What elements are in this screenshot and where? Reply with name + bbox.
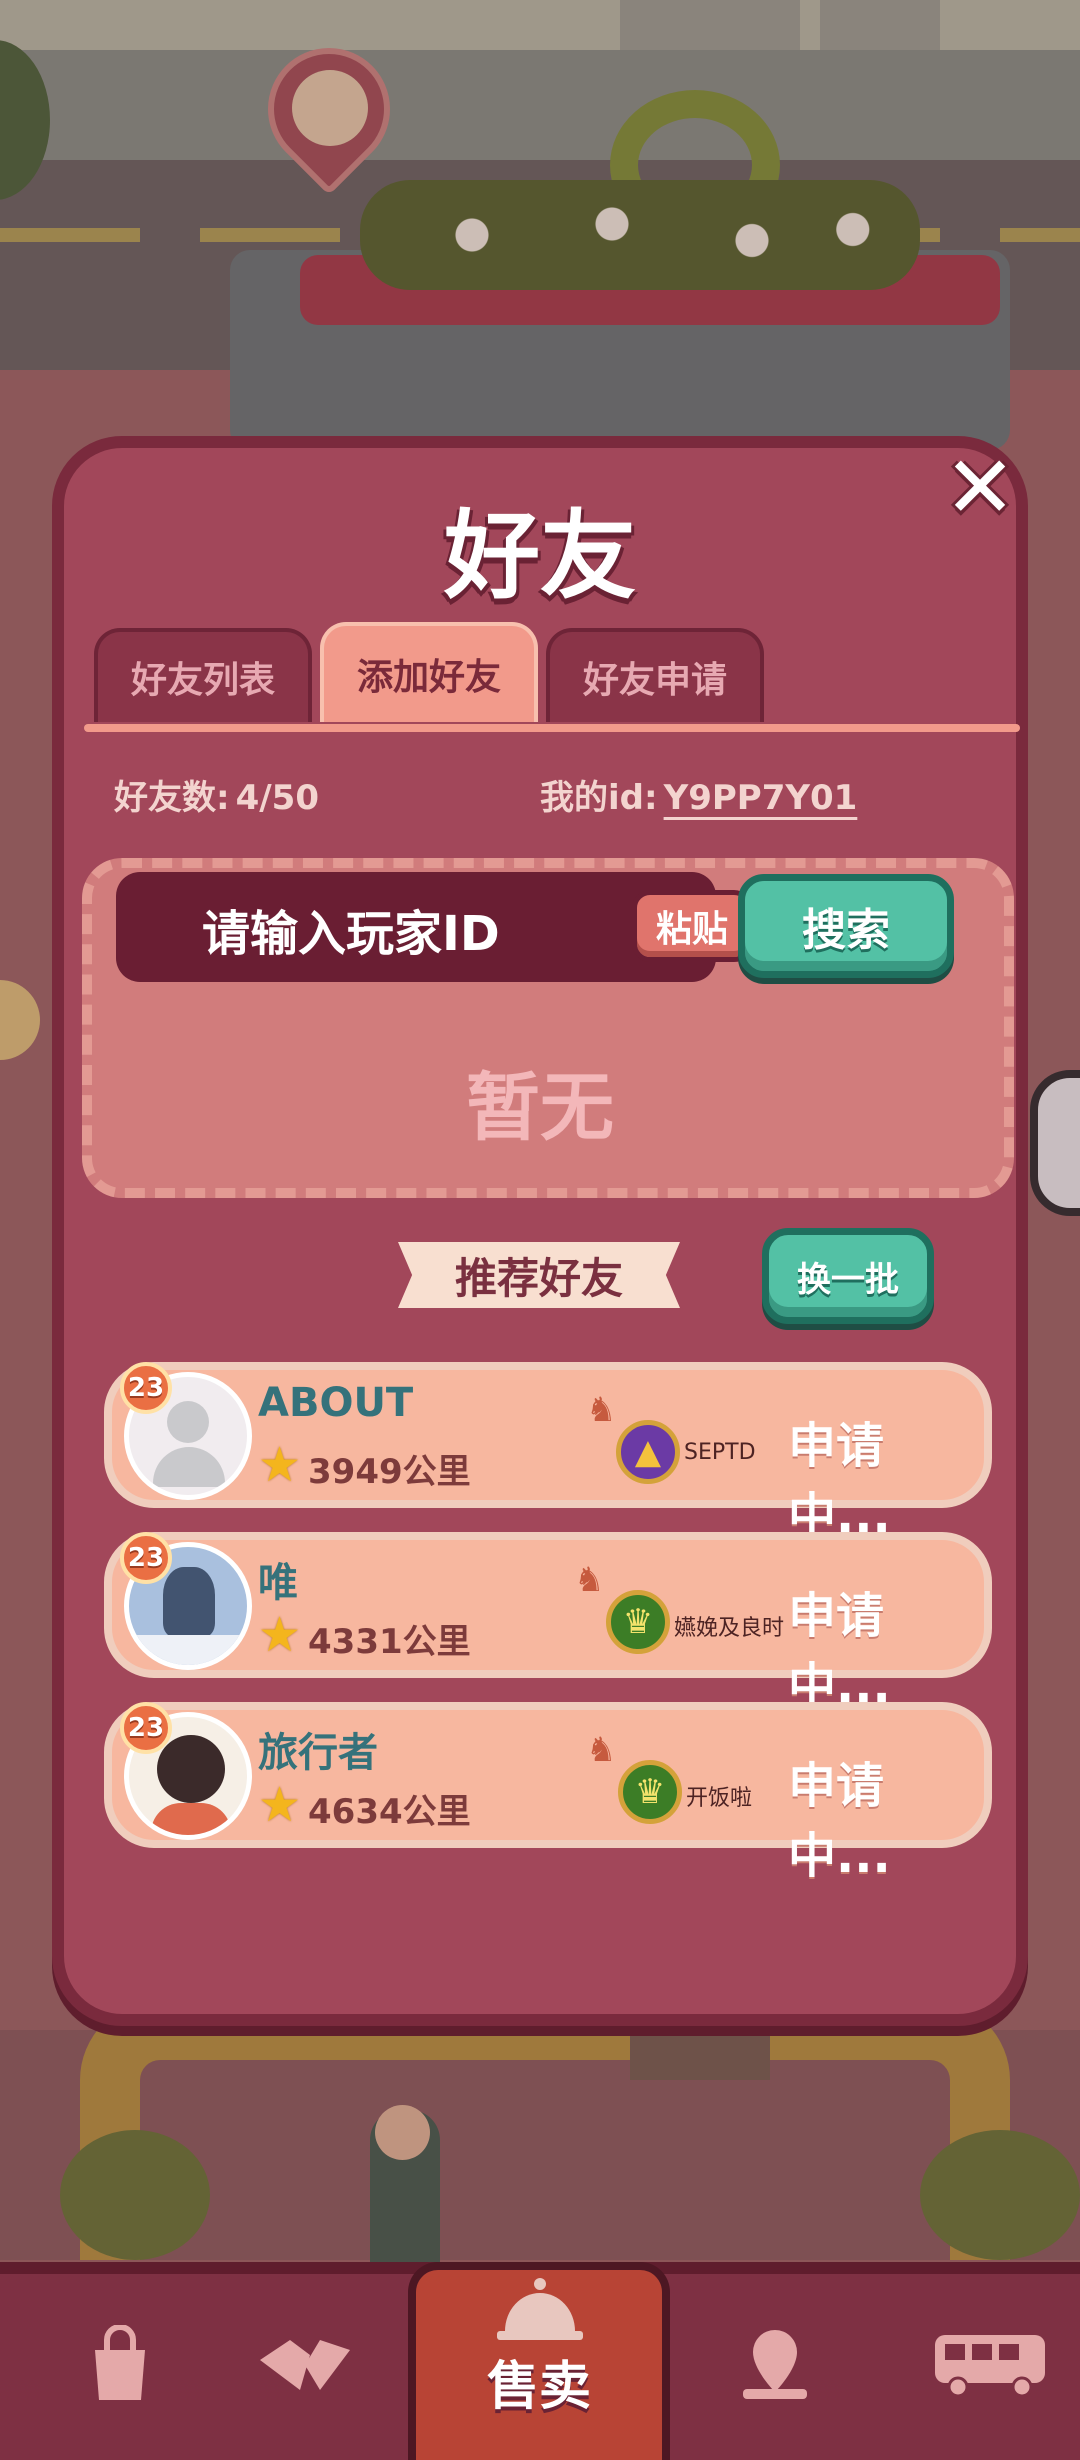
my-id: 我的id: Y9PP7Y01 <box>540 770 857 819</box>
request-status: 申请中... <box>788 1588 891 1714</box>
friend-card[interactable]: 23 唯 ★ 4331公里 ♞ ♛ 嬿娩及良时 申请中... <box>104 1532 992 1714</box>
crown-guild-icon: ♛ <box>618 1760 682 1824</box>
sell-label: 售卖 <box>486 2357 591 2417</box>
request-status: 申请中... <box>788 1758 891 1884</box>
search-button[interactable]: 搜索 <box>738 874 954 978</box>
bag-icon <box>95 2325 145 2400</box>
friend-card[interactable]: 23 ABOUT ★ 3949公里 ♞ ▲ SEPTD 申请中... <box>104 1362 992 1544</box>
guild-name: 嬿娩及良时 <box>674 1616 785 1641</box>
friend-distance: 4331公里 <box>308 1622 471 1662</box>
horse-icon: ♞ <box>574 1560 605 1600</box>
tab-underline <box>84 724 1020 732</box>
refresh-batch-button[interactable]: 换一批 <box>762 1228 934 1324</box>
friend-name: 旅行者 <box>258 1730 378 1776</box>
level-badge: 23 <box>120 1532 172 1584</box>
player-id-input[interactable]: 请输入玩家ID 粘贴 <box>116 872 752 982</box>
tab-friend-requests[interactable]: 好友申请 <box>546 628 764 722</box>
tent-guild-icon: ▲ <box>616 1420 680 1484</box>
friend-card[interactable]: 23 旅行者 ★ 4634公里 ♞ ♛ 开饭啦 申请中... <box>104 1702 992 1884</box>
dialog-title: 好友 <box>444 500 636 612</box>
horse-icon: ♞ <box>586 1390 617 1430</box>
star-icon: ★ <box>258 1777 302 1833</box>
level-badge: 23 <box>120 1702 172 1754</box>
tab-friend-list[interactable]: 好友列表 <box>94 628 312 722</box>
friends-dialog: 好友 好友列表 添加好友 好友申请 好友数: 4/50 我的id: Y9PP7Y01… <box>52 436 1028 2026</box>
paste-button[interactable]: 粘贴 <box>632 890 752 962</box>
friend-count: 好友数: 4/50 <box>114 770 319 819</box>
handshake-icon[interactable] <box>240 2300 370 2430</box>
star-icon: ★ <box>258 1437 302 1493</box>
friend-count-label: 好友数: <box>114 778 230 818</box>
friend-count-value: 4/50 <box>235 778 319 818</box>
guild-name: 开饭啦 <box>686 1786 753 1811</box>
bag-icon[interactable] <box>60 2300 180 2430</box>
my-id-label: 我的id: <box>540 778 658 818</box>
level-badge: 23 <box>120 1362 172 1414</box>
friend-distance: 3949公里 <box>308 1452 471 1492</box>
crown-guild-icon: ♛ <box>606 1590 670 1654</box>
empty-result-text: 暂无 <box>466 1065 614 1151</box>
friend-distance: 4634公里 <box>308 1792 471 1832</box>
close-icon[interactable]: ✕ <box>930 438 1030 538</box>
map-pin-icon[interactable] <box>720 2300 830 2430</box>
horse-icon: ♞ <box>586 1730 617 1770</box>
handshake-icon <box>260 2340 350 2390</box>
star-icon: ★ <box>258 1607 302 1663</box>
bus-icon[interactable] <box>920 2300 1060 2430</box>
map-pin-icon <box>743 2330 807 2399</box>
guild-name: SEPTD <box>684 1440 756 1465</box>
service-bell-icon <box>497 2278 583 2340</box>
player-id-placeholder: 请输入玩家ID <box>202 906 500 962</box>
bus-icon <box>935 2335 1045 2398</box>
friend-name: ABOUT <box>258 1380 414 1426</box>
recommend-friends-title: 推荐好友 <box>398 1242 680 1308</box>
service-bell-icon <box>492 2276 588 2346</box>
tab-add-friend[interactable]: 添加好友 <box>320 622 538 722</box>
request-status: 申请中... <box>788 1418 891 1544</box>
my-id-value[interactable]: Y9PP7Y01 <box>664 778 858 818</box>
friend-name: 唯 <box>258 1560 298 1606</box>
